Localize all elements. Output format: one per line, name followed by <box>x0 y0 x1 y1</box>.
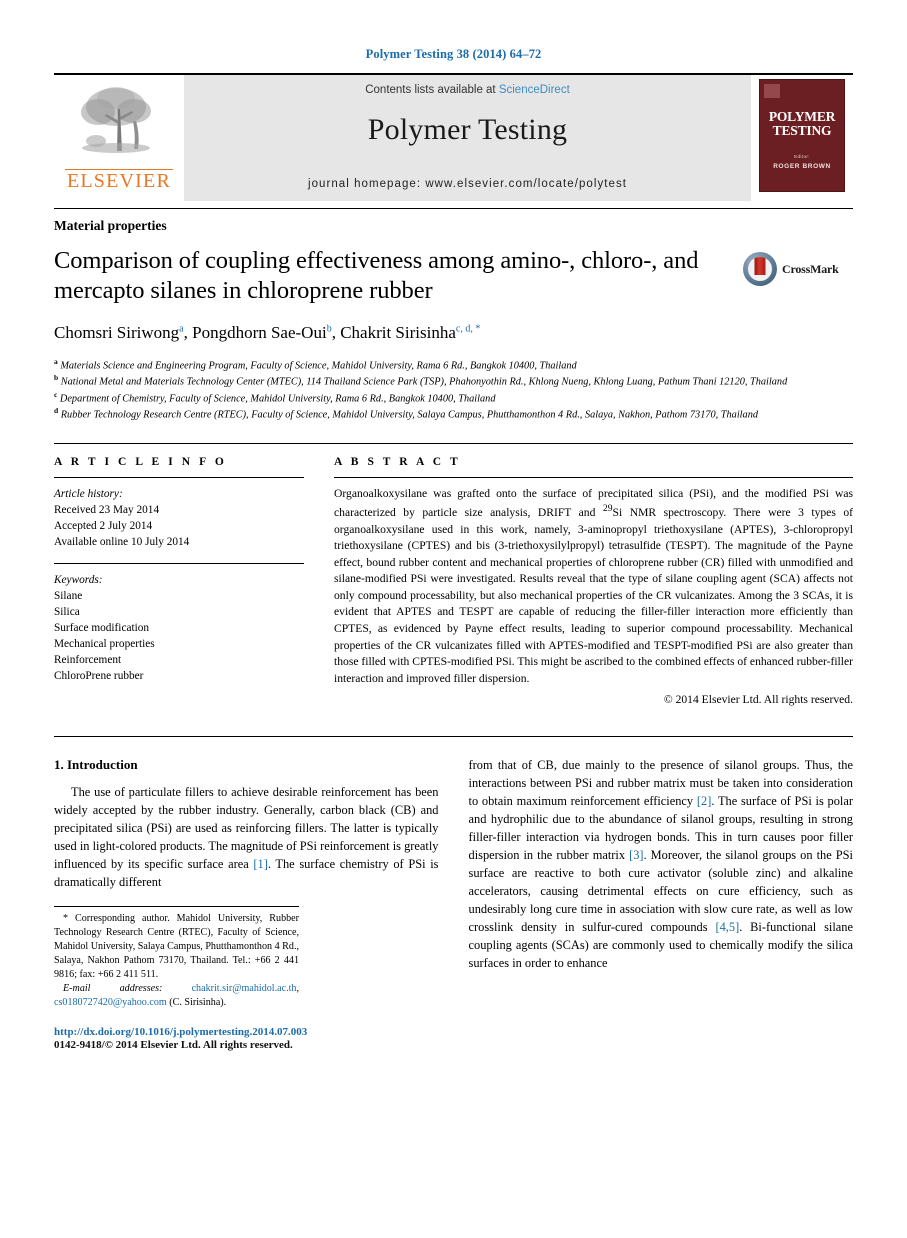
affiliation-list: a Materials Science and Engineering Prog… <box>54 357 853 423</box>
citation-link[interactable]: [2] <box>697 794 711 808</box>
cover-title: POLYMER TESTING <box>768 109 836 138</box>
affiliation-item: c Department of Chemistry, Faculty of Sc… <box>54 390 853 406</box>
author-list: Chomsri Siriwonga, Pongdhorn Sae-Ouib, C… <box>54 322 481 342</box>
keyword-item: Reinforcement <box>54 653 122 666</box>
crossmark-label: CrossMark <box>782 261 839 276</box>
abstract-column: A B S T R A C T Organoalkoxysilane was g… <box>334 455 854 707</box>
divider <box>334 476 853 478</box>
affiliation-text: Materials Science and Engineering Progra… <box>60 360 577 372</box>
elsevier-wordmark: ELSEVIER <box>65 169 173 192</box>
crossmark-badge[interactable]: CrossMark <box>743 246 853 286</box>
article-kicker: Material properties <box>54 208 853 234</box>
email-addresses-label: E-mail addresses: <box>63 982 192 994</box>
article-page: Polymer Testing 38 (2014) 64–72 ELSEVIER… <box>0 0 907 1238</box>
keyword-item: ChloroPrene rubber <box>54 669 144 682</box>
journal-cover-thumbnail[interactable]: POLYMER TESTING Editor: ROGER BROWN <box>759 79 845 192</box>
crossmark-icon <box>743 252 777 286</box>
citation-link[interactable]: [1] <box>253 857 267 871</box>
article-history-label: Article history: <box>54 487 123 500</box>
author-affil-marks: b <box>326 323 332 335</box>
corresponding-author-footnote: * Corresponding author. Mahidol Universi… <box>54 906 299 1009</box>
abstract-heading: A B S T R A C T <box>334 455 461 468</box>
column-left: 1. Introduction The use of particulate f… <box>54 757 439 1051</box>
journal-masthead: ELSEVIER Contents lists available at Sci… <box>54 73 853 201</box>
cover-title-line1: POLYMER <box>768 109 836 124</box>
journal-cover-block: POLYMER TESTING Editor: ROGER BROWN <box>751 75 853 201</box>
author-name[interactable]: Chakrit Sirisinha <box>340 323 456 342</box>
author-affil-marks: a <box>179 323 184 335</box>
email-link-secondary[interactable]: cs0180727420@yahoo.com <box>54 997 167 1008</box>
abstract-copyright: © 2014 Elsevier Ltd. All rights reserved… <box>663 693 853 707</box>
title-row: Comparison of coupling effectiveness amo… <box>54 246 853 343</box>
keywords-block: Keywords: Silane Silica Surface modifica… <box>54 572 304 684</box>
journal-homepage-link[interactable]: journal homepage: www.elsevier.com/locat… <box>184 178 751 190</box>
affiliation-mark: b <box>54 373 59 383</box>
page-title: Comparison of coupling effectiveness amo… <box>54 247 699 304</box>
doi-link[interactable]: http://dx.doi.org/10.1016/j.polymertesti… <box>54 1026 439 1038</box>
cover-elsevier-badge-icon <box>764 84 780 98</box>
keyword-item: Mechanical properties <box>54 637 155 650</box>
affiliation-mark: c <box>54 389 58 399</box>
main-text-columns: 1. Introduction The use of particulate f… <box>54 736 854 1051</box>
contents-prefix: Contents lists available at <box>365 84 499 96</box>
sciencedirect-link[interactable]: ScienceDirect <box>499 84 570 96</box>
elsevier-tree-icon: ELSEVIER <box>65 81 173 192</box>
affiliation-mark: d <box>54 406 59 416</box>
title-block: Comparison of coupling effectiveness amo… <box>54 246 743 343</box>
author-affil-marks: c, d, * <box>455 323 481 335</box>
author-name[interactable]: Pongdhorn Sae-Oui <box>192 323 327 342</box>
affiliation-item: a Materials Science and Engineering Prog… <box>54 357 853 373</box>
keyword-item: Silane <box>54 589 83 602</box>
masthead-center: Contents lists available at ScienceDirec… <box>184 75 751 201</box>
contents-available-line: Contents lists available at ScienceDirec… <box>365 84 570 96</box>
divider <box>54 562 304 564</box>
footnote-text: * Corresponding author. Mahidol Universi… <box>54 913 299 1008</box>
issn-copyright-line: 0142-9418/© 2014 Elsevier Ltd. All right… <box>54 1038 293 1051</box>
cover-title-line2: TESTING <box>772 122 832 138</box>
cover-editor-label: Editor: <box>794 153 810 159</box>
affiliation-item: d Rubber Technology Research Centre (RTE… <box>54 406 853 422</box>
divider <box>54 476 304 478</box>
history-item: Available online 10 July 2014 <box>54 535 190 548</box>
affiliation-text: Rubber Technology Research Centre (RTEC)… <box>60 409 758 421</box>
bottom-metadata: http://dx.doi.org/10.1016/j.polymertesti… <box>54 1026 439 1051</box>
corresponding-author-text: Corresponding author. Mahidol University… <box>54 913 299 980</box>
elsevier-logo-block: ELSEVIER <box>54 75 184 201</box>
intro-paragraph-left: The use of particulate fillers to achiev… <box>54 785 439 890</box>
journal-title: Polymer Testing <box>367 113 568 146</box>
column-right: from that of CB, due mainly to the prese… <box>469 757 854 1050</box>
keyword-item: Surface modification <box>54 621 150 634</box>
section-heading-introduction: 1. Introduction <box>54 757 138 773</box>
affiliation-mark: a <box>54 356 58 366</box>
affiliation-text: Department of Chemistry, Faculty of Scie… <box>59 393 496 405</box>
citation-link[interactable]: [4,5] <box>715 920 739 934</box>
article-body: Material properties Comparison of coupli… <box>54 208 853 1051</box>
keyword-item: Silica <box>54 605 80 618</box>
history-item: Accepted 2 July 2014 <box>54 519 153 532</box>
article-history: Article history: Received 23 May 2014 Ac… <box>54 486 304 550</box>
email-link-primary[interactable]: chakrit.sir@mahidol.ac.th <box>192 983 297 994</box>
cover-editor-name: ROGER BROWN <box>773 162 831 170</box>
history-item: Received 23 May 2014 <box>54 503 160 516</box>
isotope-superscript: 29 <box>602 503 613 515</box>
abstract-text: Organoalkoxysilane was grafted onto the … <box>334 486 854 685</box>
affiliation-text: National Metal and Materials Technology … <box>60 376 788 388</box>
citation-link[interactable]: [3] <box>629 848 643 862</box>
author-name[interactable]: Chomsri Siriwong <box>54 323 179 342</box>
running-head: Polymer Testing 38 (2014) 64–72 <box>365 47 542 61</box>
article-info-column: A R T I C L E I N F O Article history: R… <box>54 456 304 707</box>
keywords-label: Keywords: <box>54 573 103 586</box>
intro-paragraph-right: from that of CB, due mainly to the prese… <box>468 758 854 971</box>
article-info-heading: A R T I C L E I N F O <box>54 455 227 468</box>
affiliation-item: b National Metal and Materials Technolog… <box>54 373 853 389</box>
info-abstract-section: A R T I C L E I N F O Article history: R… <box>54 442 854 707</box>
